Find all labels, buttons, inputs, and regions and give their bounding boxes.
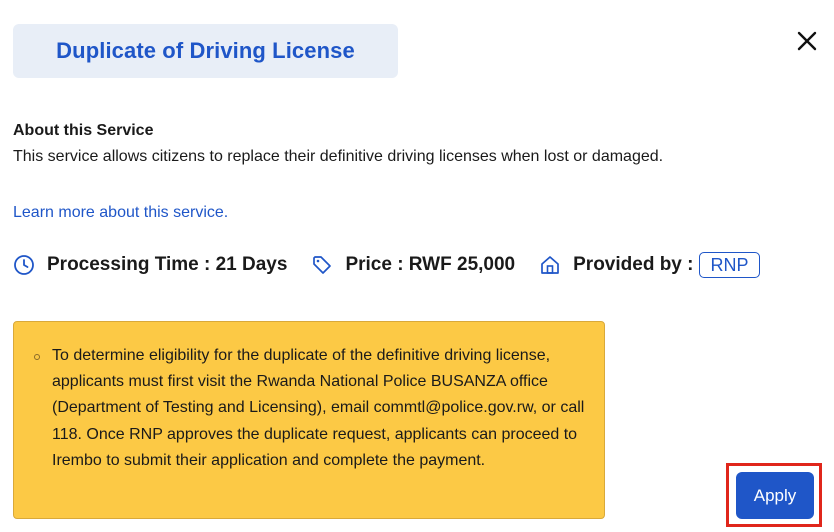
eligibility-notice: To determine eligibility for the duplica… — [13, 321, 605, 519]
about-description: This service allows citizens to replace … — [13, 148, 664, 165]
learn-more-link[interactable]: Learn more about this service. — [13, 204, 228, 222]
provided-by-label: Provided by : — [573, 254, 694, 275]
processing-time-label: Processing Time : 21 Days — [47, 254, 288, 275]
clock-icon — [13, 254, 35, 276]
apply-button[interactable]: Apply — [736, 472, 814, 519]
notice-bullet — [34, 354, 40, 360]
price-label: Price : RWF 25,000 — [345, 254, 516, 275]
building-icon — [539, 254, 561, 276]
dialog-title: Duplicate of Driving License — [56, 38, 355, 63]
processing-time: Processing Time : 21 Days — [13, 254, 287, 276]
about-heading: About this Service — [13, 122, 154, 139]
notice-text: To determine eligibility for the duplica… — [52, 347, 585, 469]
price-tag-icon — [311, 254, 333, 276]
provider-badge[interactable]: RNP — [699, 252, 760, 278]
price: Price : RWF 25,000 — [311, 254, 515, 276]
service-meta-row: Processing Time : 21 Days Price : RWF 25… — [13, 251, 760, 279]
close-button[interactable] — [793, 27, 821, 55]
close-icon — [797, 31, 817, 51]
service-title-chip: Duplicate of Driving License — [13, 24, 398, 78]
provided-by: Provided by : RNP — [539, 252, 760, 278]
